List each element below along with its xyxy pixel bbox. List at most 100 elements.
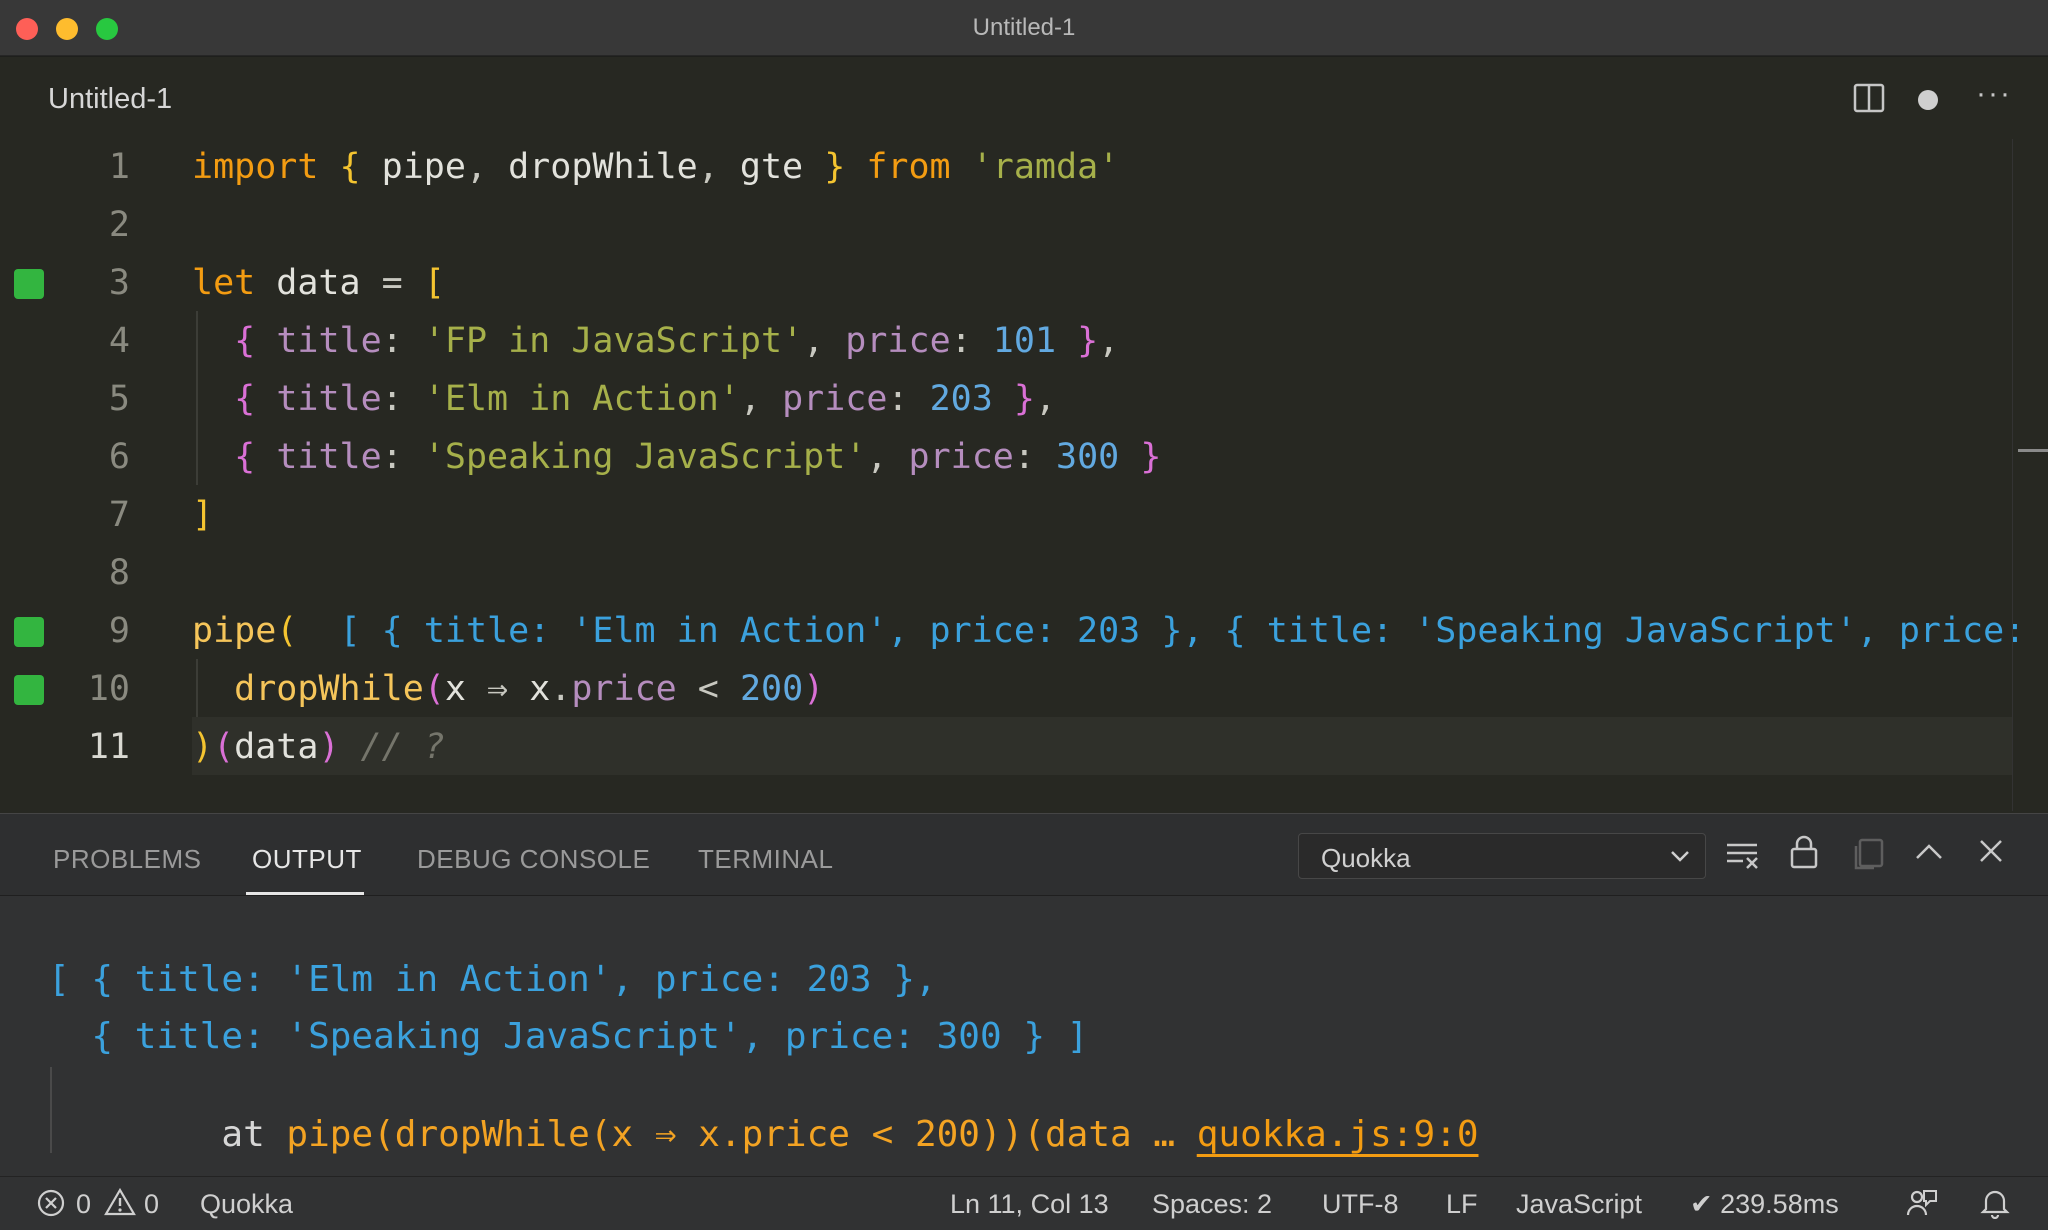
- clear-output-icon[interactable]: [1725, 840, 1761, 875]
- tab-untitled-1[interactable]: Untitled-1: [48, 83, 172, 116]
- code-token: ,: [1034, 379, 1057, 419]
- line-number: 7: [108, 495, 130, 535]
- code-token: pipe: [360, 147, 466, 187]
- close-icon[interactable]: [1978, 838, 2004, 869]
- line-number: 10: [87, 669, 130, 709]
- output-at-label: at: [178, 1114, 287, 1155]
- tab-output[interactable]: OUTPUT: [252, 844, 362, 875]
- code-token: :: [950, 321, 972, 361]
- code-token: <: [697, 669, 719, 709]
- code-editor[interactable]: 1 import { pipe, dropWhile, gte } from '…: [0, 137, 2048, 813]
- chevron-down-icon: [1669, 846, 1691, 871]
- quokka-timing[interactable]: ✔ 239.58ms: [1690, 1189, 1839, 1220]
- code-token: (: [423, 669, 445, 709]
- tab-problems[interactable]: PROBLEMS: [53, 844, 202, 875]
- output-channel-label: Quokka: [1321, 843, 1411, 873]
- code-token: :: [381, 379, 403, 419]
- code-token: ): [192, 727, 214, 767]
- code-token: (: [213, 727, 235, 767]
- code-token: data: [255, 263, 382, 303]
- code-text: ]: [192, 495, 213, 535]
- current-line-highlight: [192, 717, 2012, 775]
- output-trace: pipe(dropWhile(x ⇒ x.price < 200))(data …: [286, 1114, 1197, 1155]
- window-title: Untitled-1: [972, 14, 1076, 41]
- code-text: { title: 'Speaking JavaScript', price: 3…: [192, 437, 1161, 477]
- status-bar: 0 0 Quokka Ln 11, Col 13 Spaces: 2 UTF-8…: [0, 1176, 2048, 1230]
- code-line: 10 dropWhile(x ⇒ x.price < 200): [0, 659, 2048, 717]
- quokka-status[interactable]: Quokka: [200, 1189, 293, 1220]
- line-number: 9: [108, 611, 130, 651]
- source-link[interactable]: quokka.js:9:0: [1197, 1114, 1479, 1155]
- notifications-bell-icon[interactable]: [1980, 1187, 2010, 1226]
- bottom-panel: PROBLEMS OUTPUT DEBUG CONSOLE TERMINAL Q…: [0, 813, 2048, 1176]
- code-token: ,: [697, 147, 719, 187]
- scrollbar-thumb[interactable]: [2018, 449, 2048, 452]
- code-token: :: [381, 437, 403, 477]
- unsaved-dot-icon[interactable]: [1918, 90, 1938, 110]
- code-token: // ?: [360, 727, 445, 767]
- code-text: pipe( [ { title: 'Elm in Action', price:…: [192, 611, 2048, 651]
- output-view[interactable]: [ { title: 'Elm in Action', price: 203 }…: [0, 897, 2048, 1177]
- code-line: 5 { title: 'Elm in Action', price: 203 }…: [0, 369, 2048, 427]
- line-number: 1: [108, 147, 130, 187]
- code-token: x: [508, 669, 551, 709]
- cursor-position[interactable]: Ln 11, Col 13: [950, 1189, 1109, 1220]
- code-token: 'FP in JavaScript': [423, 321, 804, 361]
- code-token: }: [824, 147, 846, 187]
- code-token: (: [276, 611, 298, 651]
- lock-scroll-icon[interactable]: [1789, 834, 1819, 875]
- code-line: 8: [0, 543, 2048, 601]
- more-actions-icon[interactable]: ···: [1976, 77, 2012, 111]
- chevron-up-icon[interactable]: [1914, 842, 1944, 867]
- editor-tab-bar: Untitled-1 ···: [0, 57, 2048, 137]
- code-token: {: [339, 147, 361, 187]
- indentation[interactable]: Spaces: 2: [1152, 1189, 1272, 1220]
- coverage-marker: [14, 675, 44, 705]
- code-token: }: [1077, 321, 1099, 361]
- code-token: 'Speaking JavaScript': [423, 437, 867, 477]
- line-number: 5: [108, 379, 130, 419]
- code-text: { title: 'FP in JavaScript', price: 101 …: [192, 321, 1119, 361]
- tab-terminal[interactable]: TERMINAL: [698, 844, 833, 875]
- split-editor-icon[interactable]: [1853, 83, 1885, 113]
- warning-count[interactable]: 0: [144, 1189, 159, 1220]
- code-token: price: [782, 379, 888, 419]
- code-token: :: [381, 321, 403, 361]
- code-token: ,: [803, 321, 825, 361]
- output-channel-select[interactable]: Quokka: [1298, 833, 1706, 879]
- warning-icon[interactable]: [104, 1187, 136, 1224]
- code-text: { title: 'Elm in Action', price: 203 },: [192, 379, 1056, 419]
- code-token: {: [234, 379, 256, 419]
- error-count[interactable]: 0: [76, 1189, 91, 1220]
- end-of-line[interactable]: LF: [1446, 1189, 1478, 1220]
- code-token: ,: [866, 437, 888, 477]
- output-line: [ { title: 'Elm in Action', price: 203 }…: [48, 959, 937, 1000]
- encoding[interactable]: UTF-8: [1322, 1189, 1399, 1220]
- line-number: 2: [108, 205, 130, 245]
- code-token: 'ramda': [971, 147, 1120, 187]
- errors-icon[interactable]: [36, 1188, 66, 1225]
- code-token: {: [234, 321, 256, 361]
- code-token: 203: [929, 379, 993, 419]
- language-mode[interactable]: JavaScript: [1516, 1189, 1642, 1220]
- code-token: [: [423, 263, 445, 303]
- code-token: title: [276, 437, 382, 477]
- code-line: 9 pipe( [ { title: 'Elm in Action', pric…: [0, 601, 2048, 659]
- line-number: 4: [108, 321, 130, 361]
- tab-debug-console[interactable]: DEBUG CONSOLE: [417, 844, 650, 875]
- feedback-icon[interactable]: [1906, 1187, 1938, 1226]
- code-line: 2: [0, 195, 2048, 253]
- code-token: title: [276, 321, 382, 361]
- scrollbar-track[interactable]: [2012, 139, 2013, 811]
- active-tab-indicator: [246, 892, 364, 895]
- code-token: price: [845, 321, 951, 361]
- code-line: 1 import { pipe, dropWhile, gte } from '…: [0, 137, 2048, 195]
